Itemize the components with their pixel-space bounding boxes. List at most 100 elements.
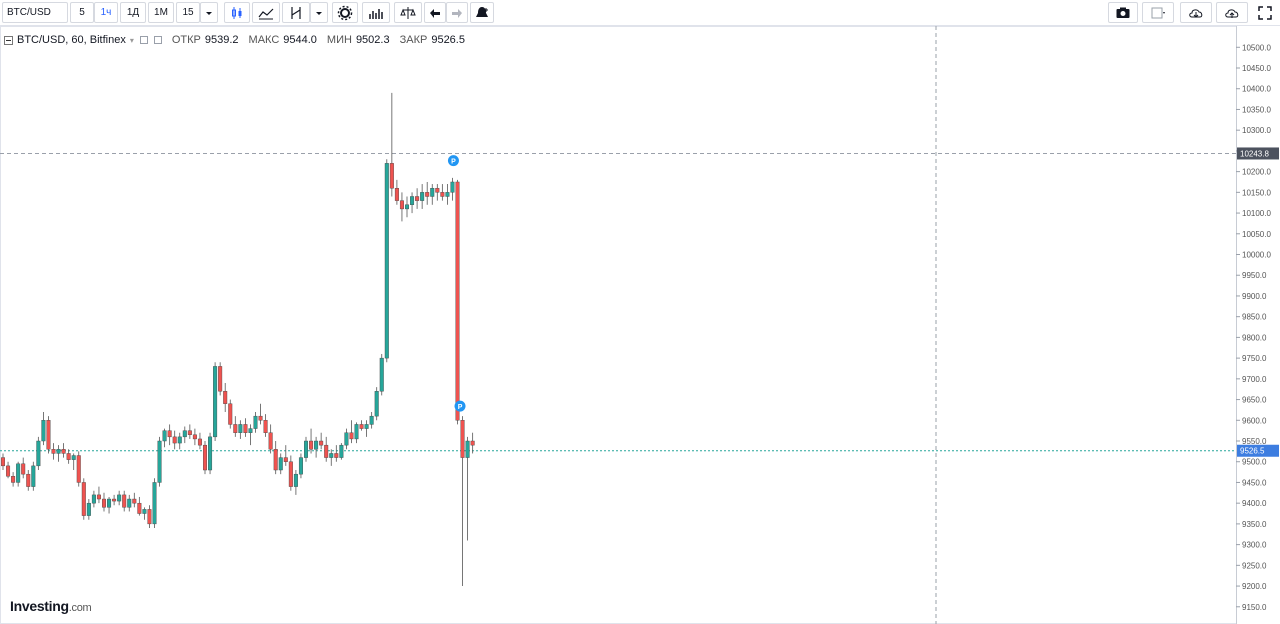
marker-label: P [451,159,456,166]
candle-body [389,163,394,189]
y-tick-label: 9600.0 [1242,416,1267,425]
interval-1m-button[interactable]: 1М [148,2,174,23]
candle-body [117,494,122,502]
candle-body [127,498,132,508]
fullscreen-button[interactable] [1252,2,1278,23]
y-tick-label: 9300.0 [1242,541,1267,550]
y-tick-label: 10200.0 [1242,168,1271,177]
candle-body [248,428,253,433]
cloud-download-button[interactable] [1180,2,1212,23]
candle-body [233,424,238,433]
interval-dropdown-button[interactable] [200,2,218,23]
y-tick-label: 9150.0 [1242,603,1267,612]
candle-body [86,502,91,516]
candle-body [425,192,430,197]
indicators-button[interactable] [282,2,310,23]
line-chart-button[interactable] [252,2,280,23]
close-icon[interactable] [153,36,162,44]
y-tick-label: 9900.0 [1242,292,1267,301]
candle-body [228,403,233,425]
candle-body [273,449,278,471]
candle-body [415,196,420,201]
undo-button[interactable] [424,2,446,23]
candle-body [66,453,71,460]
y-tick-label: 9750.0 [1242,354,1267,363]
candle-body [182,430,187,438]
interval-15-button[interactable]: 15 [176,2,200,23]
investing-logo[interactable]: Investing.com [10,598,92,614]
y-tick-label: 9550.0 [1242,437,1267,446]
indicator-icon [291,6,301,19]
candle-body [101,498,106,508]
candle-body [41,420,46,442]
high-label: МАКС [248,34,280,46]
candle-body [309,440,314,450]
interval-5m-button[interactable]: 5 [70,2,94,23]
candle-body [334,453,339,458]
candle-body [445,192,450,197]
candle-body [208,436,213,471]
chevron-down-icon[interactable]: ▾ [130,36,134,45]
interval-1d-button[interactable]: 1Д [120,2,146,23]
candle-body [76,455,81,483]
candle-body [364,424,369,429]
visibility-icon[interactable] [139,36,148,44]
candle-body [288,461,293,487]
bar-chart-button[interactable] [362,2,390,23]
plot-border [0,26,1237,624]
candle-body [410,196,415,205]
crosshair-price-label: 10243.8 [1240,149,1269,158]
candle-body [36,440,41,467]
chart-area[interactable]: 10500.010450.010400.010350.010300.010250… [0,26,1280,624]
cloud-upload-icon [1225,8,1239,18]
logo-text: Investing [10,598,69,614]
candle-body [238,424,243,433]
symbol-input[interactable]: BTC/USD [2,2,68,23]
candle-body [278,457,283,471]
candle-body [202,444,207,471]
collapse-icon[interactable] [4,35,13,45]
y-tick-label: 10000.0 [1242,251,1271,260]
y-tick-label: 9800.0 [1242,333,1267,342]
compare-button[interactable] [394,2,422,23]
candles-icon [232,6,242,19]
chart-canvas[interactable]: 10500.010450.010400.010350.010300.010250… [0,26,1280,624]
layout-icon [1151,7,1165,18]
candle-body [6,465,11,477]
candle-body [283,457,288,462]
alert-button[interactable] [470,2,494,23]
y-tick-label: 10450.0 [1242,64,1271,73]
cloud-upload-button[interactable] [1216,2,1248,23]
layout-button[interactable] [1142,2,1174,23]
screenshot-button[interactable] [1108,2,1138,23]
chevron-down-icon [206,11,212,15]
candle-body [147,509,152,525]
y-tick-label: 9650.0 [1242,396,1267,405]
redo-button[interactable] [446,2,468,23]
y-tick-label: 10150.0 [1242,188,1271,197]
logo-suffix: .com [68,602,92,614]
interval-1h-button[interactable]: 1ч [94,2,118,23]
candle-body [268,432,273,450]
y-tick-label: 9850.0 [1242,313,1267,322]
indicators-dropdown[interactable] [310,2,328,23]
candle-body [172,436,177,444]
candle-body [21,463,26,475]
redo-icon [452,8,462,18]
cloud-download-icon [1189,8,1203,18]
candle-body [329,453,334,458]
dropdown-icon [316,11,322,15]
candle-body [137,502,142,514]
top-toolbar: BTC/USD 5 1ч 1Д 1М 15 [0,0,1280,26]
y-tick-label: 10300.0 [1242,126,1271,135]
candle-body [339,444,344,458]
y-tick-label: 9950.0 [1242,271,1267,280]
candle-body [31,465,36,487]
candles-button[interactable] [224,2,250,23]
candle-body [243,424,248,433]
candle-body [319,440,324,446]
candle-body [81,482,86,516]
settings-button[interactable] [332,2,358,23]
candle-body [16,463,21,483]
candle-body [1,457,5,467]
